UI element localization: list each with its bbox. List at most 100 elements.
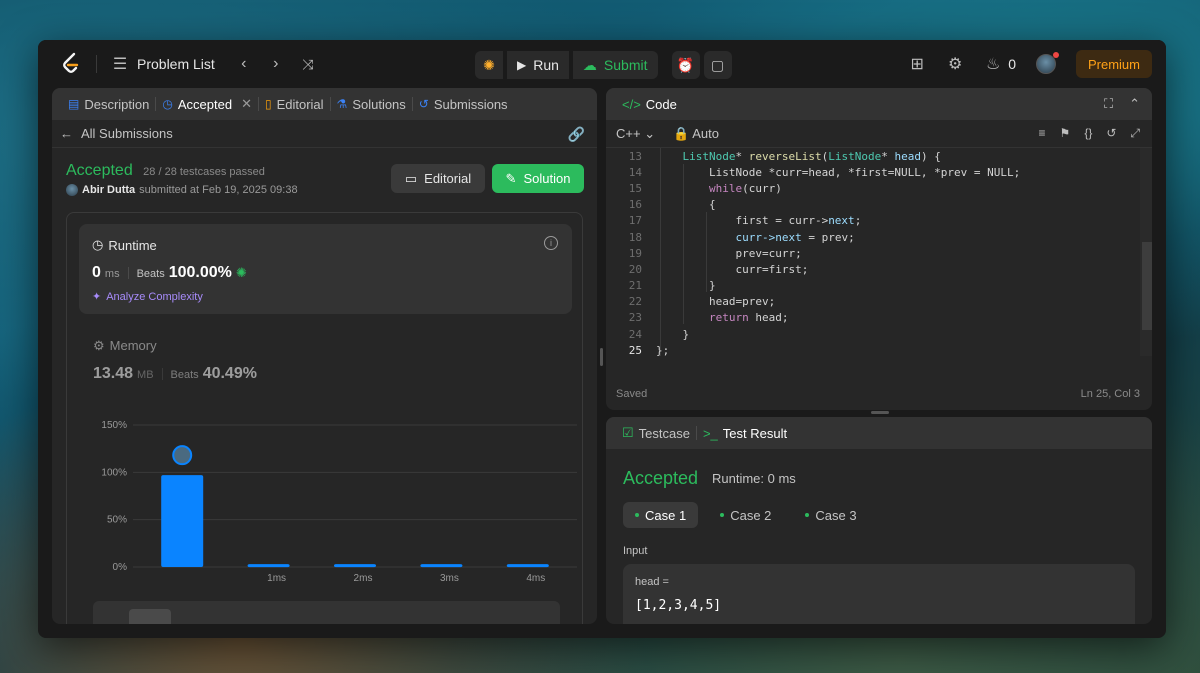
memory-beats: 40.49%	[202, 365, 257, 382]
chart-bar[interactable]	[161, 475, 204, 567]
vertical-resize-handle[interactable]	[600, 348, 603, 366]
expand-icon[interactable]: ⤢	[1130, 126, 1140, 141]
analyze-complexity-link[interactable]: ✦ Analyze Complexity	[92, 290, 203, 304]
tab-code[interactable]: </> Code	[616, 88, 683, 120]
code-editor[interactable]: 13 ListNode* reverseList(ListNode* head)…	[606, 148, 1138, 357]
tab-label: Submissions	[433, 96, 508, 112]
tab-description[interactable]: ▤ Description	[62, 88, 155, 120]
tab-solutions[interactable]: ⚗ Solutions	[331, 88, 412, 120]
layout-grid-icon[interactable]: ⊞	[908, 54, 926, 74]
testcases-passed: 28 / 28 testcases passed	[143, 166, 265, 178]
link-icon[interactable]: 🔗	[568, 126, 585, 143]
code-header: </> Code ⛶ ⌃	[606, 88, 1152, 120]
reset-icon[interactable]: ↺	[1106, 126, 1116, 141]
timer-button[interactable]: ⏰	[671, 51, 700, 79]
play-icon: ▶	[517, 58, 527, 72]
prev-problem-icon[interactable]: ‹	[235, 55, 253, 73]
test-runtime: Runtime: 0 ms	[712, 471, 796, 486]
back-arrow-icon[interactable]: ←	[60, 126, 73, 141]
horizontal-resize-handle[interactable]	[871, 411, 889, 414]
memory-card[interactable]: ⚙ Memory	[93, 338, 157, 354]
problem-list-link[interactable]: Problem List	[137, 56, 215, 72]
line-number: 20	[628, 262, 642, 276]
submit-label: Submit	[603, 57, 648, 73]
username[interactable]: Abir Dutta	[82, 184, 135, 196]
history-icon: ↺	[418, 97, 429, 111]
y-tick-label: 50%	[107, 515, 127, 526]
code-text: }	[656, 279, 716, 293]
case-label: Case 3	[815, 507, 857, 523]
submit-button[interactable]: ☁ Submit	[572, 51, 658, 79]
editorial-label: Editorial	[424, 171, 472, 186]
case-tab-1[interactable]: Case 1	[623, 502, 699, 528]
leetcode-logo-icon[interactable]	[60, 52, 82, 76]
chevron-up-icon[interactable]: ⌃	[1129, 96, 1140, 112]
test-panel: ☑ Testcase >_ Test Result Accepted Runti…	[606, 417, 1152, 624]
case-tab-3[interactable]: Case 3	[793, 502, 868, 528]
runtime-card[interactable]: ◷ Runtime i 0 ms Beats 100.00% ✺ ✦ Analy…	[79, 224, 572, 314]
chart-bar[interactable]	[334, 564, 376, 568]
tab-submissions[interactable]: ↺ Submissions	[413, 88, 514, 120]
line-number: 16	[628, 198, 642, 212]
code-line: 22 head=prev;	[606, 294, 1138, 310]
chart-bar[interactable]	[420, 564, 463, 568]
runtime-beats: 100.00%	[168, 264, 232, 281]
app-window: ☰ Problem List ‹ › ⤨ ✺ ▶ Run ☁ Submit ⏰ …	[38, 40, 1166, 638]
all-submissions-bar: ← All Submissions 🔗	[52, 120, 597, 148]
next-problem-icon[interactable]: ›	[267, 55, 285, 73]
scrollbar-thumb[interactable]	[1142, 242, 1152, 330]
book-icon: ▭	[404, 170, 418, 186]
cursor-position: Ln 25, Col 3	[1080, 388, 1140, 400]
tab-test-result[interactable]: >_ Test Result	[697, 417, 793, 449]
close-icon[interactable]: ✕	[241, 96, 252, 112]
problem-list-icon[interactable]: ☰	[111, 54, 129, 74]
code-text: ListNode *curr=head, *first=NULL, *prev …	[656, 165, 1021, 179]
bookmark-icon[interactable]: ⚑	[1060, 126, 1071, 141]
tab-label: Test Result	[722, 425, 788, 441]
auto-mode[interactable]: 🔒 Auto	[673, 126, 719, 142]
user-avatar[interactable]	[66, 184, 78, 196]
chart-bar[interactable]	[247, 564, 290, 568]
premium-button[interactable]: Premium	[1075, 50, 1152, 78]
editorial-button[interactable]: ▭ Editorial	[391, 164, 485, 193]
code-panel: </> Code ⛶ ⌃ C++ ⌄ 🔒 Auto ≡ ⚑ {} ↺ ⤢ 13	[606, 88, 1152, 410]
tab-testcase[interactable]: ☑ Testcase	[616, 417, 696, 449]
maximize-icon[interactable]: ⛶	[1104, 96, 1113, 112]
memory-values: 13.48 MB Beats 40.49%	[93, 365, 257, 383]
tab-accepted[interactable]: ◷ Accepted ✕	[156, 88, 258, 120]
tab-editorial[interactable]: ▯ Editorial	[259, 88, 330, 120]
runtime-values: 0 ms Beats 100.00% ✺	[92, 264, 247, 282]
all-submissions-link[interactable]: All Submissions	[81, 126, 173, 141]
code-token: ;	[854, 214, 862, 228]
code-token: (curr)	[742, 181, 782, 195]
solution-button[interactable]: ✎ Solution	[492, 164, 584, 193]
runtime-title: ◷ Runtime	[92, 237, 157, 253]
run-button[interactable]: ▶ Run	[507, 51, 569, 79]
code-scrollbar[interactable]	[1140, 148, 1152, 356]
code-text: first = curr->next;	[656, 214, 861, 227]
braces-icon[interactable]: {}	[1084, 126, 1092, 141]
streak-counter[interactable]: ♨ 0	[984, 54, 1016, 74]
x-tick-label: 4ms	[526, 573, 545, 583]
format-icon[interactable]: ≡	[1039, 126, 1046, 141]
shuffle-icon[interactable]: ⤨	[299, 56, 317, 73]
case-tab-2[interactable]: Case 2	[708, 502, 783, 528]
avatar[interactable]	[1035, 52, 1059, 74]
line-number: 23	[628, 311, 642, 325]
language-select[interactable]: C++ ⌄	[616, 126, 655, 142]
chart-range-slider[interactable]	[93, 601, 560, 624]
code-line: 18 curr->next = prev;	[606, 229, 1138, 245]
code-line: 20 curr=first;	[606, 261, 1138, 277]
test-status: Accepted	[623, 468, 699, 488]
info-icon[interactable]: i	[544, 236, 558, 250]
runtime-unit: ms	[104, 268, 120, 280]
slider-thumb[interactable]	[129, 609, 171, 624]
submitted-by: Abir Dutta submitted at Feb 19, 2025 09:…	[66, 184, 298, 196]
gear-icon[interactable]: ⚙	[946, 54, 964, 74]
notes-button[interactable]: ▢	[703, 51, 732, 79]
bug-icon: ✺	[483, 56, 495, 73]
debug-button[interactable]: ✺	[475, 51, 503, 79]
chart-bar[interactable]	[506, 564, 549, 568]
